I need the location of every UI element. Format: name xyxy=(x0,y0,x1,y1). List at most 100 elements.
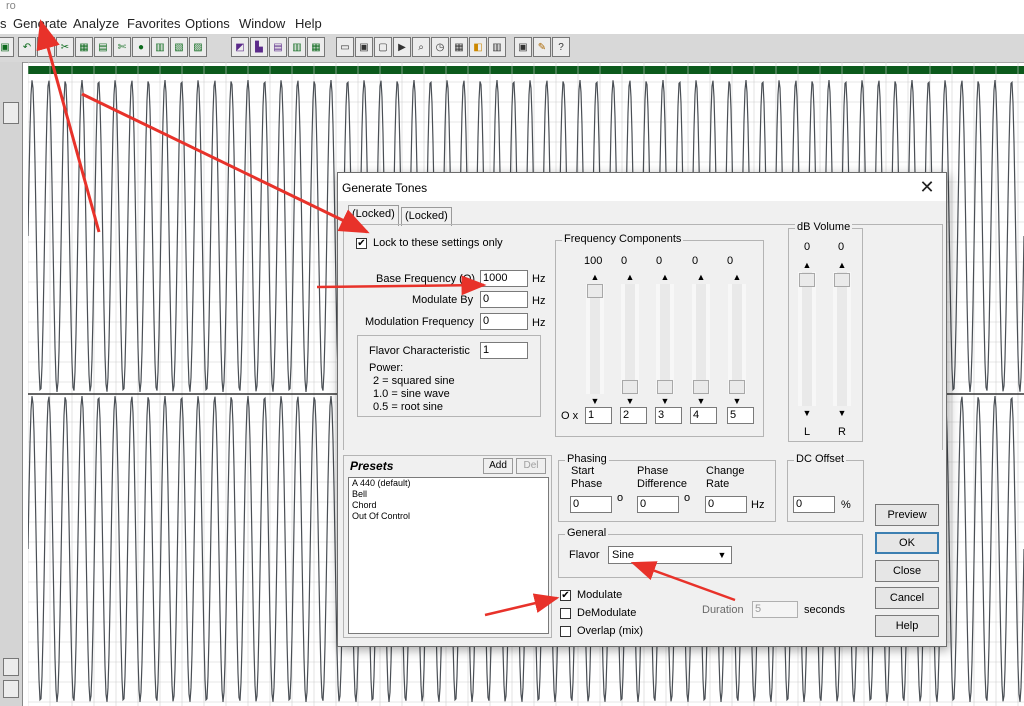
paste-icon[interactable]: ▤ xyxy=(94,37,112,57)
list-icon[interactable]: ▦ xyxy=(307,37,325,57)
menu-options[interactable]: Options xyxy=(185,16,230,31)
copy-icon[interactable]: ▦ xyxy=(75,37,93,57)
slider-thumb[interactable] xyxy=(587,284,603,298)
window-icon[interactable]: ▢ xyxy=(374,37,392,57)
notes-icon[interactable]: ✎ xyxy=(533,37,551,57)
script-icon[interactable]: ▣ xyxy=(514,37,532,57)
slider-down-arrow-icon[interactable]: ▼ xyxy=(692,394,710,408)
presets-list[interactable]: A 440 (default) Bell Chord Out Of Contro… xyxy=(348,477,549,634)
duration-input[interactable]: 5 xyxy=(752,601,798,618)
list-item[interactable]: A 440 (default) xyxy=(349,478,548,489)
play-icon[interactable]: ▶ xyxy=(393,37,411,57)
phase-diff-input[interactable]: 0 xyxy=(637,496,679,513)
slider-thumb[interactable] xyxy=(657,380,673,394)
marker-icon[interactable]: ▥ xyxy=(288,37,306,57)
slider-thumb[interactable] xyxy=(799,273,815,287)
menu-analyze[interactable]: Analyze xyxy=(73,16,119,31)
start-phase-input[interactable]: 0 xyxy=(570,496,612,513)
chevron-down-icon[interactable]: ▼ xyxy=(715,548,729,562)
list-item[interactable]: Chord xyxy=(349,500,548,511)
multiplier-input-5[interactable]: 5 xyxy=(727,407,754,424)
slider-down-arrow-icon[interactable]: ▼ xyxy=(586,394,604,408)
tools-icon[interactable]: ▧ xyxy=(170,37,188,57)
slider-down-arrow-icon[interactable]: ▼ xyxy=(656,394,674,408)
modulation-frequency-input[interactable]: 0 xyxy=(480,313,528,330)
multiplier-input-3[interactable]: 3 xyxy=(655,407,682,424)
lock-checkbox[interactable]: ✔ xyxy=(356,238,367,249)
list-item[interactable]: Out Of Control xyxy=(349,511,548,522)
slider-up-arrow-icon[interactable]: ▲ xyxy=(728,270,746,284)
slider-up-arrow-icon[interactable]: ▲ xyxy=(621,270,639,284)
tab-locked-1[interactable]: (Locked) xyxy=(348,205,399,226)
menu-help[interactable]: Help xyxy=(295,16,322,31)
db-slider-right[interactable]: ▲ ▼ xyxy=(833,258,851,420)
meter-icon[interactable]: ▦ xyxy=(450,37,468,57)
grid-icon[interactable]: ▥ xyxy=(488,37,506,57)
slider-down-arrow-icon[interactable]: ▼ xyxy=(728,394,746,408)
fc-slider-1[interactable]: ▲ ▼ xyxy=(586,270,604,408)
flavor-characteristic-input[interactable]: 1 xyxy=(480,342,528,359)
ok-button[interactable]: OK xyxy=(875,532,939,554)
slider-down-arrow-icon[interactable]: ▼ xyxy=(798,406,816,420)
list-item[interactable]: Bell xyxy=(349,489,548,500)
toolbar-edge-icon[interactable]: ▣ xyxy=(0,37,14,57)
fc-slider-5[interactable]: ▲ ▼ xyxy=(728,270,746,408)
preview-button[interactable]: Preview xyxy=(875,504,939,526)
change-rate-input[interactable]: 0 xyxy=(705,496,747,513)
timer-icon[interactable]: ◷ xyxy=(431,37,449,57)
close-button[interactable]: Close xyxy=(875,560,939,582)
demodulate-checkbox[interactable] xyxy=(560,608,571,619)
slider-up-arrow-icon[interactable]: ▲ xyxy=(798,258,816,272)
save-icon[interactable]: ▥ xyxy=(151,37,169,57)
view-icon[interactable]: ▭ xyxy=(336,37,354,57)
cut-icon[interactable]: ✂ xyxy=(56,37,74,57)
slider-thumb[interactable] xyxy=(693,380,709,394)
scissors-icon[interactable]: ✄ xyxy=(113,37,131,57)
undo-icon[interactable]: ↶ xyxy=(18,37,36,57)
preset-add-button[interactable]: Add xyxy=(483,458,513,474)
multiplier-input-2[interactable]: 2 xyxy=(620,407,647,424)
menu-window[interactable]: Window xyxy=(239,16,285,31)
help-button[interactable]: Help xyxy=(875,615,939,637)
multiplier-input-1[interactable]: 1 xyxy=(585,407,612,424)
zoom-icon[interactable]: ⌕ xyxy=(412,37,430,57)
spectrum-icon[interactable]: ▙ xyxy=(250,37,268,57)
slider-up-arrow-icon[interactable]: ▲ xyxy=(656,270,674,284)
redo-icon[interactable]: ↷ xyxy=(37,37,55,57)
menu-file-fragment[interactable]: s xyxy=(0,16,7,31)
layout-icon[interactable]: ▣ xyxy=(355,37,373,57)
close-icon[interactable]: ✕ xyxy=(914,176,940,198)
flavor-select[interactable]: Sine ▼ xyxy=(608,546,732,564)
menu-generate[interactable]: Generate xyxy=(13,16,67,31)
left-panel-button-bottom-2[interactable] xyxy=(3,680,19,698)
cancel-button[interactable]: Cancel xyxy=(875,587,939,609)
slider-thumb[interactable] xyxy=(622,380,638,394)
multiplier-input-4[interactable]: 4 xyxy=(690,407,717,424)
slider-down-arrow-icon[interactable]: ▼ xyxy=(621,394,639,408)
mic-icon[interactable]: ● xyxy=(132,37,150,57)
record-icon[interactable]: ▨ xyxy=(189,37,207,57)
slider-up-arrow-icon[interactable]: ▲ xyxy=(586,270,604,284)
slider-thumb[interactable] xyxy=(729,380,745,394)
overlap-checkbox[interactable] xyxy=(560,626,571,637)
fc-slider-4[interactable]: ▲ ▼ xyxy=(692,270,710,408)
mix-icon[interactable]: ◩ xyxy=(231,37,249,57)
preset-del-button[interactable]: Del xyxy=(516,458,546,474)
menu-favorites[interactable]: Favorites xyxy=(127,16,180,31)
dc-offset-input[interactable]: 0 xyxy=(793,496,835,513)
slider-up-arrow-icon[interactable]: ▲ xyxy=(833,258,851,272)
fc-slider-2[interactable]: ▲ ▼ xyxy=(621,270,639,408)
db-slider-left[interactable]: ▲ ▼ xyxy=(798,258,816,420)
left-panel-button[interactable] xyxy=(3,102,19,124)
slider-thumb[interactable] xyxy=(834,273,850,287)
settings-icon[interactable]: ◧ xyxy=(469,37,487,57)
help-icon[interactable]: ? xyxy=(552,37,570,57)
cue-icon[interactable]: ▤ xyxy=(269,37,287,57)
slider-down-arrow-icon[interactable]: ▼ xyxy=(833,406,851,420)
left-panel-button-bottom[interactable] xyxy=(3,658,19,676)
modulate-checkbox[interactable]: ✔ xyxy=(560,590,571,601)
modulate-by-input[interactable]: 0 xyxy=(480,291,528,308)
fc-slider-3[interactable]: ▲ ▼ xyxy=(656,270,674,408)
slider-up-arrow-icon[interactable]: ▲ xyxy=(692,270,710,284)
base-frequency-input[interactable]: 1000 xyxy=(480,270,528,287)
